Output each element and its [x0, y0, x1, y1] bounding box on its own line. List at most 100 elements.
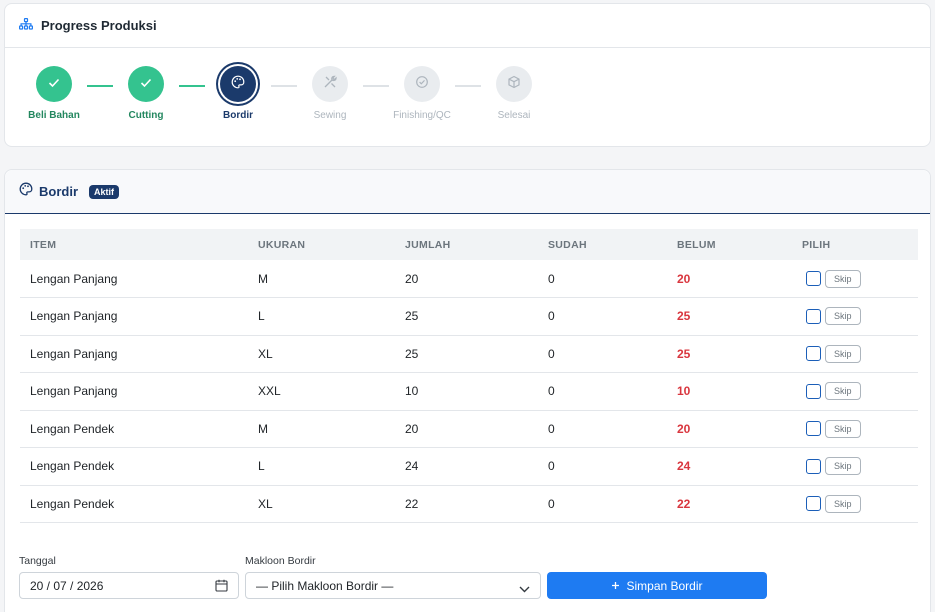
cell-belum: 20 — [677, 421, 691, 436]
step-label: Finishing/QC — [393, 110, 451, 121]
cell-sudah: 0 — [548, 459, 555, 474]
skip-button[interactable]: Skip — [825, 382, 861, 401]
cell-ukuran: M — [258, 271, 268, 286]
cell-ukuran: XXL — [258, 384, 281, 399]
skip-button[interactable]: Skip — [825, 419, 861, 438]
table-row: Lengan Panjang L 25 0 25 Skip — [20, 298, 918, 336]
makloon-label: Makloon Bordir — [245, 555, 316, 567]
cell-ukuran: L — [258, 309, 265, 324]
column-header-ukuran: UKURAN — [258, 238, 306, 251]
calendar-icon[interactable] — [215, 579, 228, 595]
cell-belum: 10 — [677, 384, 691, 399]
cell-item: Lengan Panjang — [30, 384, 118, 399]
table-row: Lengan Pendek XL 22 0 22 Skip — [20, 485, 918, 523]
step-label: Bordir — [223, 110, 253, 121]
select-checkbox[interactable] — [806, 271, 821, 286]
status-badge: Aktif — [89, 184, 119, 199]
cell-sudah: 0 — [548, 384, 555, 399]
cell-ukuran: XL — [258, 496, 273, 511]
palette-icon — [19, 182, 33, 201]
cell-belum: 25 — [677, 309, 691, 324]
tanggal-label: Tanggal — [19, 555, 56, 567]
cell-sudah: 0 — [548, 496, 555, 511]
select-checkbox[interactable] — [806, 346, 821, 362]
progress-steps: Beli Bahan Cutting Bordir Sewing Finishi… — [5, 66, 930, 126]
table-row: Lengan Pendek M 20 0 20 Skip — [20, 410, 918, 448]
cell-pilih: Skip — [792, 335, 918, 373]
step-cutting: Cutting — [101, 66, 191, 121]
progress-card: Progress Produksi Beli Bahan Cutting Bor… — [4, 3, 931, 147]
select-checkbox[interactable] — [806, 421, 821, 437]
tools-icon — [323, 75, 337, 94]
column-header-sudah: SUDAH — [548, 238, 587, 251]
cell-item: Lengan Pendek — [30, 421, 115, 436]
tanggal-value: 20 / 07 / 2026 — [30, 578, 104, 593]
palette-icon — [231, 75, 245, 94]
chevron-down-icon — [519, 582, 530, 596]
select-checkbox[interactable] — [806, 458, 821, 474]
cell-item: Lengan Panjang — [30, 309, 118, 324]
table-row: Lengan Panjang XL 25 0 25 Skip — [20, 335, 918, 373]
skip-button[interactable]: Skip — [825, 494, 861, 513]
cell-belum: 25 — [677, 346, 691, 361]
box-icon — [507, 75, 521, 94]
bordir-table: ITEM UKURAN JUMLAH SUDAH BELUM PILIH Len… — [20, 229, 918, 523]
check-icon — [48, 75, 60, 93]
bordir-card: Bordir Aktif ITEM UKURAN JUMLAH SUDAH BE… — [4, 169, 931, 612]
cell-sudah: 0 — [548, 271, 555, 286]
skip-button[interactable]: Skip — [825, 457, 861, 476]
select-checkbox[interactable] — [806, 383, 821, 399]
cell-item: Lengan Pendek — [30, 496, 115, 511]
cell-pilih: Skip — [792, 298, 918, 336]
select-checkbox[interactable] — [806, 308, 821, 324]
cell-pilih: Skip — [792, 410, 918, 448]
cell-jumlah: 20 — [405, 271, 419, 286]
column-header-belum: BELUM — [677, 238, 716, 251]
skip-button[interactable]: Skip — [825, 307, 861, 326]
progress-header: Progress Produksi — [5, 4, 930, 48]
cell-pilih: Skip — [792, 373, 918, 411]
progress-title: Progress Produksi — [41, 18, 157, 33]
step-beli-bahan: Beli Bahan — [9, 66, 99, 121]
check-circle-icon — [415, 75, 429, 94]
cell-ukuran: L — [258, 459, 265, 474]
column-header-item: ITEM — [30, 238, 57, 251]
cell-jumlah: 10 — [405, 384, 419, 399]
table-row: Lengan Panjang M 20 0 20 Skip — [20, 260, 918, 298]
step-label: Sewing — [313, 110, 347, 121]
cell-jumlah: 20 — [405, 421, 419, 436]
plus-icon — [611, 579, 620, 593]
sitemap-icon — [19, 17, 33, 35]
skip-button[interactable]: Skip — [825, 344, 861, 363]
cell-pilih: Skip — [792, 485, 918, 523]
cell-belum: 20 — [677, 271, 691, 286]
step-label: Cutting — [128, 110, 164, 121]
step-label: Selesai — [497, 110, 531, 121]
cell-item: Lengan Panjang — [30, 271, 118, 286]
cell-jumlah: 24 — [405, 459, 419, 474]
cell-jumlah: 22 — [405, 496, 419, 511]
skip-button[interactable]: Skip — [825, 269, 861, 288]
cell-ukuran: XL — [258, 346, 273, 361]
select-checkbox[interactable] — [806, 496, 821, 512]
tanggal-date-input[interactable]: 20 / 07 / 2026 — [19, 572, 239, 599]
step-bordir: Bordir — [193, 66, 283, 121]
cell-pilih: Skip — [792, 448, 918, 486]
bordir-header: Bordir Aktif — [5, 170, 930, 214]
cell-sudah: 0 — [548, 421, 555, 436]
cell-item: Lengan Panjang — [30, 346, 118, 361]
bordir-title: Bordir — [39, 184, 78, 199]
table-header-row: ITEM UKURAN JUMLAH SUDAH BELUM PILIH — [20, 229, 918, 260]
step-sewing: Sewing — [285, 66, 375, 121]
check-icon — [140, 75, 152, 93]
column-header-pilih: PILIH — [802, 238, 831, 251]
cell-belum: 22 — [677, 496, 691, 511]
cell-item: Lengan Pendek — [30, 459, 115, 474]
table-row: Lengan Pendek L 24 0 24 Skip — [20, 448, 918, 486]
makloon-select[interactable]: — Pilih Makloon Bordir — — [245, 572, 541, 599]
step-finishing-qc: Finishing/QC — [377, 66, 467, 121]
makloon-value: — Pilih Makloon Bordir — — [256, 578, 394, 593]
simpan-bordir-button[interactable]: Simpan Bordir — [547, 572, 767, 599]
cell-pilih: Skip — [792, 260, 918, 298]
cell-jumlah: 25 — [405, 309, 419, 324]
